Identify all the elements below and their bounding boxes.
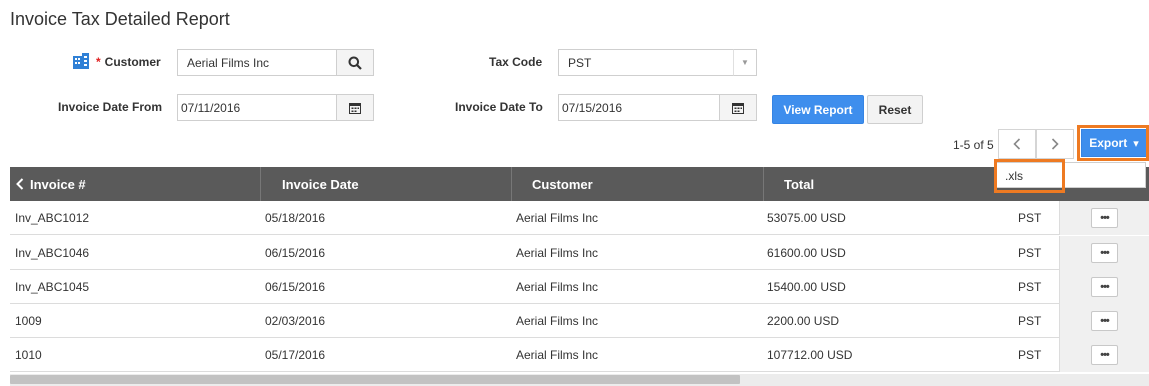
row-actions: ••• bbox=[1059, 201, 1149, 235]
xls-option-highlight bbox=[994, 159, 1065, 193]
tax-code-label: Tax Code bbox=[489, 55, 543, 69]
customer-label: * Customer bbox=[96, 55, 161, 69]
customer-name: Aerial Films Inc bbox=[516, 314, 599, 328]
chevron-left-icon bbox=[1013, 138, 1021, 150]
building-icon bbox=[73, 53, 89, 69]
column-header-label: Invoice # bbox=[30, 176, 86, 192]
invoice-number: Inv_ABC1012 bbox=[15, 211, 90, 225]
column-header-invoice-date[interactable]: Invoice Date bbox=[261, 167, 512, 201]
column-header-label: Total bbox=[784, 176, 815, 192]
row-actions: ••• bbox=[1059, 304, 1149, 338]
more-options-button[interactable]: ••• bbox=[1091, 345, 1118, 365]
invoice-date: 05/17/2016 bbox=[265, 348, 326, 362]
tax-code: PST bbox=[1018, 246, 1042, 260]
more-options-button[interactable]: ••• bbox=[1091, 243, 1118, 263]
date-from-value: 07/11/2016 bbox=[181, 100, 241, 115]
row-actions: ••• bbox=[1059, 338, 1149, 372]
invoice-number: 1009 bbox=[15, 314, 42, 328]
tax-code: PST bbox=[1018, 211, 1042, 225]
total-currency: USD bbox=[820, 246, 846, 260]
column-header-label: Customer bbox=[532, 176, 593, 192]
page-title: Invoice Tax Detailed Report bbox=[10, 9, 230, 29]
invoice-number: Inv_ABC1045 bbox=[15, 280, 90, 294]
required-mark: * bbox=[96, 55, 101, 69]
table-row: Inv_ABC1045 06/15/2016 Aerial Films Inc … bbox=[10, 270, 1149, 304]
invoice-date: 06/15/2016 bbox=[265, 246, 326, 260]
invoice-date: 06/15/2016 bbox=[265, 280, 326, 294]
table-row: 1009 02/03/2016 Aerial Films Inc 2200.00… bbox=[10, 304, 1149, 338]
more-options-button[interactable]: ••• bbox=[1091, 208, 1118, 228]
pager-count: 1-5 of 5 bbox=[953, 138, 994, 152]
pager-next-button[interactable] bbox=[1036, 129, 1074, 159]
total-amount: 15400.00 USD bbox=[767, 270, 846, 304]
table-row: Inv_ABC1012 05/18/2016 Aerial Films Inc … bbox=[10, 201, 1149, 235]
total-currency: USD bbox=[820, 211, 846, 225]
total-value: 107712.00 bbox=[767, 348, 824, 362]
date-to-input[interactable]: 07/15/2016 bbox=[558, 94, 720, 121]
invoice-number: 1010 bbox=[15, 348, 42, 362]
calendar-icon bbox=[732, 102, 744, 114]
calendar-icon bbox=[349, 102, 361, 114]
date-from-input[interactable]: 07/11/2016 bbox=[177, 94, 337, 121]
chevron-right-icon bbox=[1051, 138, 1059, 150]
date-from-calendar-button[interactable] bbox=[336, 94, 374, 121]
customer-input-value: Aerial Films Inc bbox=[187, 55, 270, 70]
total-amount: 2200.00 USD bbox=[767, 304, 839, 338]
column-header-label: Invoice Date bbox=[282, 176, 359, 192]
invoice-number: Inv_ABC1046 bbox=[15, 246, 90, 260]
total-value: 53075.00 bbox=[767, 211, 818, 225]
table-row: 1010 05/17/2016 Aerial Films Inc 107712.… bbox=[10, 338, 1149, 372]
total-value: 2200.00 bbox=[767, 314, 811, 328]
more-options-button[interactable]: ••• bbox=[1091, 277, 1118, 297]
customer-label-text: Customer bbox=[104, 55, 161, 69]
row-actions: ••• bbox=[1059, 236, 1149, 270]
total-currency: USD bbox=[813, 314, 840, 328]
total-amount: 107712.00 USD bbox=[767, 338, 852, 372]
tax-code: PST bbox=[1018, 314, 1042, 328]
customer-input[interactable]: Aerial Films Inc bbox=[177, 49, 337, 76]
table-row: Inv_ABC1046 06/15/2016 Aerial Films Inc … bbox=[10, 236, 1149, 270]
invoice-date: 02/03/2016 bbox=[265, 314, 326, 328]
more-options-button[interactable]: ••• bbox=[1091, 311, 1118, 331]
total-amount: 53075.00 USD bbox=[767, 201, 846, 235]
customer-name: Aerial Films Inc bbox=[516, 246, 599, 260]
export-highlight bbox=[1077, 125, 1149, 161]
total-currency: USD bbox=[820, 280, 846, 294]
total-amount: 61600.00 USD bbox=[767, 236, 846, 270]
chevron-left-icon bbox=[16, 178, 24, 190]
customer-search-button[interactable] bbox=[336, 49, 374, 76]
column-header-invoice[interactable]: Invoice # bbox=[10, 167, 261, 201]
tax-code: PST bbox=[1018, 280, 1042, 294]
date-to-value: 07/15/2016 bbox=[562, 100, 623, 115]
tax-code-select[interactable]: PST bbox=[558, 49, 734, 76]
chevron-down-icon[interactable]: ▼ bbox=[733, 49, 757, 76]
total-value: 61600.00 bbox=[767, 246, 818, 260]
table-header: Invoice # Invoice Date Customer Total bbox=[10, 167, 1149, 201]
customer-name: Aerial Films Inc bbox=[516, 348, 599, 362]
date-to-calendar-button[interactable] bbox=[719, 94, 757, 121]
reset-button[interactable]: Reset bbox=[867, 95, 923, 124]
pager-prev-button[interactable] bbox=[998, 129, 1036, 159]
invoice-date: 05/18/2016 bbox=[265, 211, 326, 225]
row-actions: ••• bbox=[1059, 270, 1149, 304]
view-report-button[interactable]: View Report bbox=[772, 95, 864, 124]
date-from-label: Invoice Date From bbox=[58, 100, 163, 114]
total-value: 15400.00 bbox=[767, 280, 818, 294]
scrollbar-thumb[interactable] bbox=[10, 375, 740, 384]
customer-name: Aerial Films Inc bbox=[516, 280, 599, 294]
search-icon bbox=[348, 56, 362, 70]
column-header-customer[interactable]: Customer bbox=[512, 167, 764, 201]
tax-code: PST bbox=[1018, 348, 1042, 362]
customer-name: Aerial Films Inc bbox=[516, 211, 599, 225]
date-to-label: Invoice Date To bbox=[455, 100, 543, 114]
tax-code-value: PST bbox=[568, 55, 592, 70]
total-currency: USD bbox=[827, 348, 853, 362]
